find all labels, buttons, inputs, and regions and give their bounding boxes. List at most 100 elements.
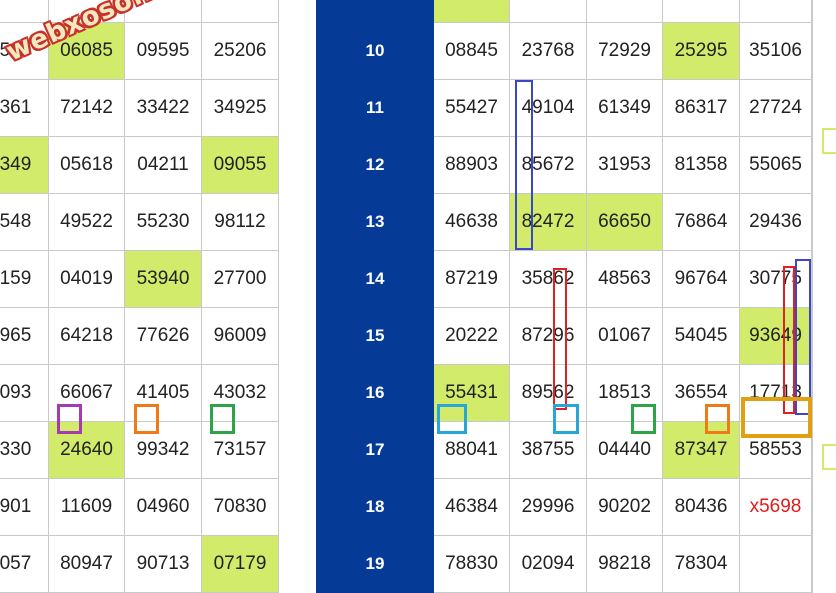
number-cell: 05659 [739, 0, 812, 23]
number-cell: 78830 [433, 535, 510, 593]
number-cell: 64218 [48, 307, 125, 365]
empty-cell [811, 79, 813, 137]
number-cell: 02094 [509, 535, 587, 593]
row-number-label: 11 [316, 79, 434, 137]
number-cell: 09055 [201, 136, 279, 194]
empty-cell [811, 307, 813, 365]
blue-annotation-box [515, 80, 533, 250]
orange-annotation-box [705, 404, 730, 434]
number-cell: 76864 [662, 193, 740, 251]
number-cell: x5698 [739, 478, 812, 536]
number-cell: 8901 [0, 478, 49, 536]
number-cell: 34925 [201, 79, 279, 137]
number-cell: 3724 [0, 0, 49, 23]
left-results-body: 3724311567195234346452906085095952520683… [0, 0, 279, 593]
table-row: 5548495225523098112 [0, 193, 279, 251]
number-cell: 2093 [0, 364, 49, 422]
number-cell: 25206 [201, 22, 279, 80]
number-cell: 98218 [586, 535, 663, 593]
number-cell: 80947 [48, 535, 125, 593]
number-cell: 25295 [662, 22, 740, 80]
table-row: 4965642187762696009 [0, 307, 279, 365]
red-annotation-box [553, 268, 567, 410]
left-results-table: 3724311567195234346452906085095952520683… [0, 0, 279, 593]
number-cell: 8361 [0, 79, 49, 137]
table-row: 11 55427 49104 61349 86317 27724 [316, 79, 813, 137]
empty-cell [811, 193, 813, 251]
number-cell: 96764 [662, 250, 740, 308]
number-cell: 27724 [739, 79, 812, 137]
number-cell: 61349 [586, 79, 663, 137]
cyan-annotation-box [437, 404, 467, 434]
table-row: 10 08845 23768 72929 25295 35106 [316, 22, 813, 80]
number-cell: 34346 [201, 0, 279, 23]
table-row: 3349056180421109055 [0, 136, 279, 194]
number-cell: 07179 [201, 535, 279, 593]
number-cell: 66650 [586, 193, 663, 251]
number-cell: 49522 [48, 193, 125, 251]
table-row: 5057809479071307179 [0, 535, 279, 593]
number-cell: 55065 [739, 136, 812, 194]
table-row: 4529060850959525206 [0, 22, 279, 80]
green-annotation-box [631, 404, 656, 434]
number-cell: 35498 [509, 0, 587, 23]
number-cell: 88903 [433, 136, 510, 194]
orange-annotation-box [134, 404, 159, 434]
empty-cell [811, 0, 813, 23]
purple-annotation-box [57, 404, 82, 434]
number-cell: 08663 [586, 0, 663, 23]
number-cell: 35862 [509, 250, 587, 308]
table-row: 8361721423342234925 [0, 79, 279, 137]
row-number-label: 17 [316, 421, 434, 479]
number-cell: 29436 [739, 193, 812, 251]
edge-highlight-cell [822, 444, 836, 470]
empty-cell [811, 22, 813, 80]
row-number-label: 15 [316, 307, 434, 365]
number-cell: 78304 [662, 535, 740, 593]
row-number-label: 13 [316, 193, 434, 251]
number-cell: 2159 [0, 250, 49, 308]
number-cell: 71952 [124, 0, 202, 23]
number-cell: 5330 [0, 421, 49, 479]
number-cell: 90202 [586, 478, 663, 536]
number-cell: 46384 [433, 478, 510, 536]
number-cell: 4529 [0, 22, 49, 80]
number-cell: 72142 [48, 79, 125, 137]
number-cell: 87219 [433, 250, 510, 308]
number-cell: 87296 [509, 307, 587, 365]
row-number-label: 16 [316, 364, 434, 422]
number-cell: 20222 [433, 307, 510, 365]
number-cell: 53940 [124, 250, 202, 308]
number-cell: 23768 [509, 22, 587, 80]
row-number-label: 10 [316, 22, 434, 80]
number-cell: 04211 [124, 136, 202, 194]
number-cell: 81358 [662, 136, 740, 194]
empty-cell [811, 478, 813, 536]
number-cell: 05618 [48, 136, 125, 194]
number-cell: 5548 [0, 193, 49, 251]
row-number-label: 14 [316, 250, 434, 308]
row-number-label: 18 [316, 478, 434, 536]
number-cell: 72929 [586, 22, 663, 80]
table-row: 8901116090496070830 [0, 478, 279, 536]
row-number-label: 9 [316, 0, 434, 23]
number-cell: 77626 [124, 307, 202, 365]
cyan-annotation-box [553, 404, 579, 434]
row-number-label: 12 [316, 136, 434, 194]
number-cell: 46638 [433, 193, 510, 251]
number-cell: 4965 [0, 307, 49, 365]
number-cell: 93095 [433, 0, 510, 23]
number-cell: 29996 [509, 478, 587, 536]
number-cell: 33422 [124, 79, 202, 137]
number-cell: 90713 [124, 535, 202, 593]
number-cell: 70830 [201, 478, 279, 536]
number-cell: 09595 [124, 22, 202, 80]
number-cell: 80436 [662, 478, 740, 536]
number-cell: 08845 [433, 22, 510, 80]
table-row: 12 88903 85672 31953 81358 55065 [316, 136, 813, 194]
number-cell: 98112 [201, 193, 279, 251]
number-cell: 04019 [48, 250, 125, 308]
empty-cell [811, 250, 813, 308]
number-cell: 04960 [124, 478, 202, 536]
gold-annotation-box [741, 397, 812, 438]
